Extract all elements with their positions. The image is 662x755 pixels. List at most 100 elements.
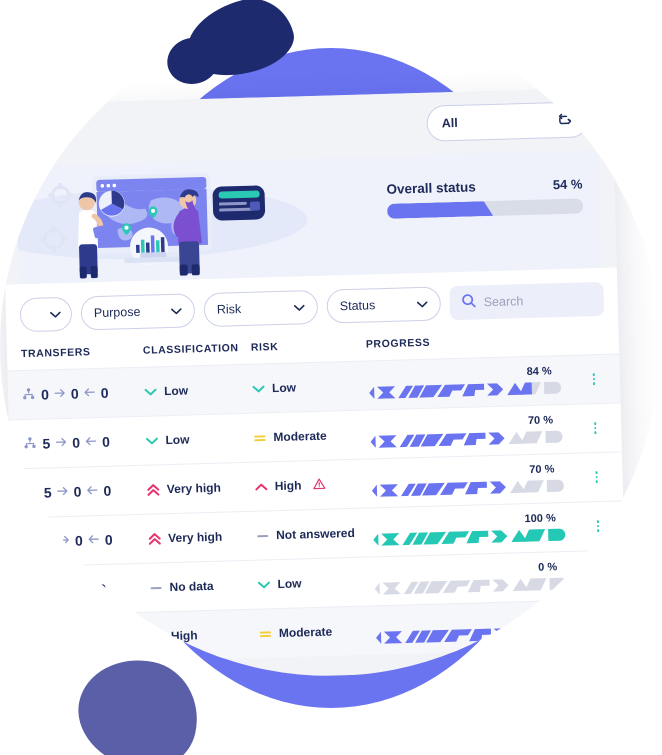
transfers-cell: 0 0 0	[22, 384, 144, 403]
transfers-cell: 8 0 0	[26, 531, 148, 550]
transfers-incoming-arrow-icon	[88, 533, 100, 547]
transfers-incoming-count: 0	[100, 384, 109, 401]
transfers-internal-count: 5	[42, 435, 51, 452]
chevron-down-icon	[144, 387, 157, 396]
classification-cell: Very high	[148, 529, 256, 546]
risk-label: Low	[277, 576, 302, 592]
screenshot-root: All Overall status 54 % Purpose Risk Sta…	[0, 0, 662, 755]
transfers-outgoing-arrow-icon	[53, 632, 65, 646]
records-table: TRANSFERS CLASSIFICATION RISK PROGRESS 0…	[6, 327, 628, 665]
progress-bar	[372, 574, 579, 597]
column-header-classification: CLASSIFICATION	[142, 342, 239, 357]
risk-cell: Moderate	[253, 428, 368, 445]
vertical-dots-icon[interactable]	[595, 471, 599, 483]
risk-label: Moderate	[273, 428, 327, 445]
risk-label: Moderate	[278, 624, 333, 641]
transfers-outgoing-count: 0	[73, 483, 82, 500]
transfers-incoming-count: 0	[101, 433, 111, 450]
chevron-down-icon	[416, 297, 428, 311]
transfers-incoming-arrow-icon	[86, 484, 98, 498]
progress-cell: 84 %	[373, 609, 589, 646]
scope-select-all[interactable]: All	[426, 101, 590, 142]
transfers-cell: 0	[29, 629, 151, 648]
risk-cell: Low	[252, 379, 367, 396]
filter-status-dropdown[interactable]: Status	[326, 286, 442, 324]
search-icon	[461, 293, 476, 312]
network-hierarchy-icon	[23, 436, 37, 451]
table-row[interactable]: 0 High Moderate 84 %	[14, 598, 628, 665]
transfers-cell: 5 0 0	[25, 482, 147, 501]
transfers-outgoing-arrow-icon	[55, 436, 67, 450]
transfers-internal-count: 5	[43, 484, 52, 501]
transfers-outgoing-arrow-icon	[56, 485, 68, 499]
transfers-cell: 5 0 0	[23, 433, 145, 452]
classification-cell: Low	[144, 382, 252, 399]
column-header-transfers: TRANSFERS	[20, 346, 91, 361]
progress-cell: 84 %	[367, 364, 583, 401]
overall-status-label: Overall status	[386, 179, 477, 197]
filter-purpose-dropdown[interactable]: Purpose	[80, 293, 196, 331]
row-menu-button[interactable]	[584, 471, 608, 483]
progress-bar	[370, 476, 577, 499]
dash-icon	[256, 531, 269, 540]
transfers-incoming-arrow-icon	[84, 386, 96, 400]
team-analytics-dashboard-illustration	[39, 172, 266, 279]
network-hierarchy-icon	[22, 387, 36, 402]
row-menu-button[interactable]	[583, 422, 607, 434]
classification-label: Very high	[166, 480, 222, 497]
swap-arrows-icon[interactable]	[557, 112, 573, 128]
filter-risk-label: Risk	[216, 302, 242, 317]
progress-bar	[368, 427, 575, 450]
transfers-incoming-arrow-icon	[85, 435, 97, 449]
overall-status-percent: 54 %	[552, 176, 583, 193]
app-card: All Overall status 54 % Purpose Risk Sta…	[0, 87, 628, 676]
row-menu-button[interactable]	[587, 569, 611, 581]
row-menu-button[interactable]	[589, 618, 613, 630]
chevron-down-icon	[50, 307, 61, 321]
risk-cell: Not answered	[256, 525, 371, 542]
classification-label: Low	[163, 383, 189, 399]
filter-purpose-label: Purpose	[93, 304, 141, 321]
row-menu-button[interactable]	[582, 373, 606, 385]
column-header-risk: RISK	[250, 340, 279, 354]
chevron-down-icon	[257, 580, 270, 589]
risk-cell: Moderate	[259, 623, 374, 640]
transfers-outgoing-count: 0	[74, 532, 84, 549]
transfers-outgoing-count: 0	[72, 434, 81, 451]
vertical-dots-icon[interactable]	[592, 373, 596, 385]
overall-status-track	[386, 198, 584, 219]
classification-cell: Low	[145, 431, 253, 448]
search-box[interactable]	[449, 281, 605, 321]
table-body: 0 0 0 Low Low 84 % 5 0 0 Low Moderate 70 % 5 0 0 Very h…	[7, 353, 628, 665]
filter-risk-dropdown[interactable]: Risk	[203, 289, 319, 328]
classification-cell: No data	[149, 578, 257, 595]
row-menu-button[interactable]	[586, 520, 610, 532]
app-card-clip: All Overall status 54 % Purpose Risk Sta…	[0, 36, 660, 676]
classification-cell: Very high	[147, 480, 255, 497]
progress-bar	[367, 378, 574, 401]
progress-cell: 0 %	[372, 560, 588, 597]
transfers-incoming-count: 0	[103, 482, 112, 499]
vertical-dots-icon[interactable]	[597, 569, 601, 581]
overall-status-fill	[387, 201, 493, 219]
hero-banner: Overall status 54 %	[15, 149, 603, 285]
vertical-dots-icon[interactable]	[593, 422, 597, 434]
transfers-outgoing-count: 0	[68, 581, 77, 598]
progress-percent-label: 84 %	[533, 609, 559, 623]
vertical-dots-icon[interactable]	[596, 520, 600, 532]
double-chevron-up-icon	[147, 483, 160, 496]
risk-cell: High	[255, 476, 370, 494]
transfers-outgoing-arrow-icon	[51, 583, 63, 597]
transfers-incoming-count: 0	[104, 531, 113, 548]
classification-label: No data	[169, 578, 214, 595]
filter-status-label: Status	[339, 298, 376, 314]
double-chevron-up-icon	[148, 532, 161, 545]
classification-cell: High	[151, 627, 259, 644]
vertical-dots-icon[interactable]	[599, 618, 603, 630]
classification-label: Very high	[167, 529, 223, 546]
search-input[interactable]	[483, 292, 592, 310]
progress-bar	[371, 525, 578, 548]
progress-cell: 100 %	[371, 511, 587, 548]
transfers-incoming-count: 0	[98, 580, 107, 598]
filter-first-dropdown[interactable]	[19, 296, 73, 333]
